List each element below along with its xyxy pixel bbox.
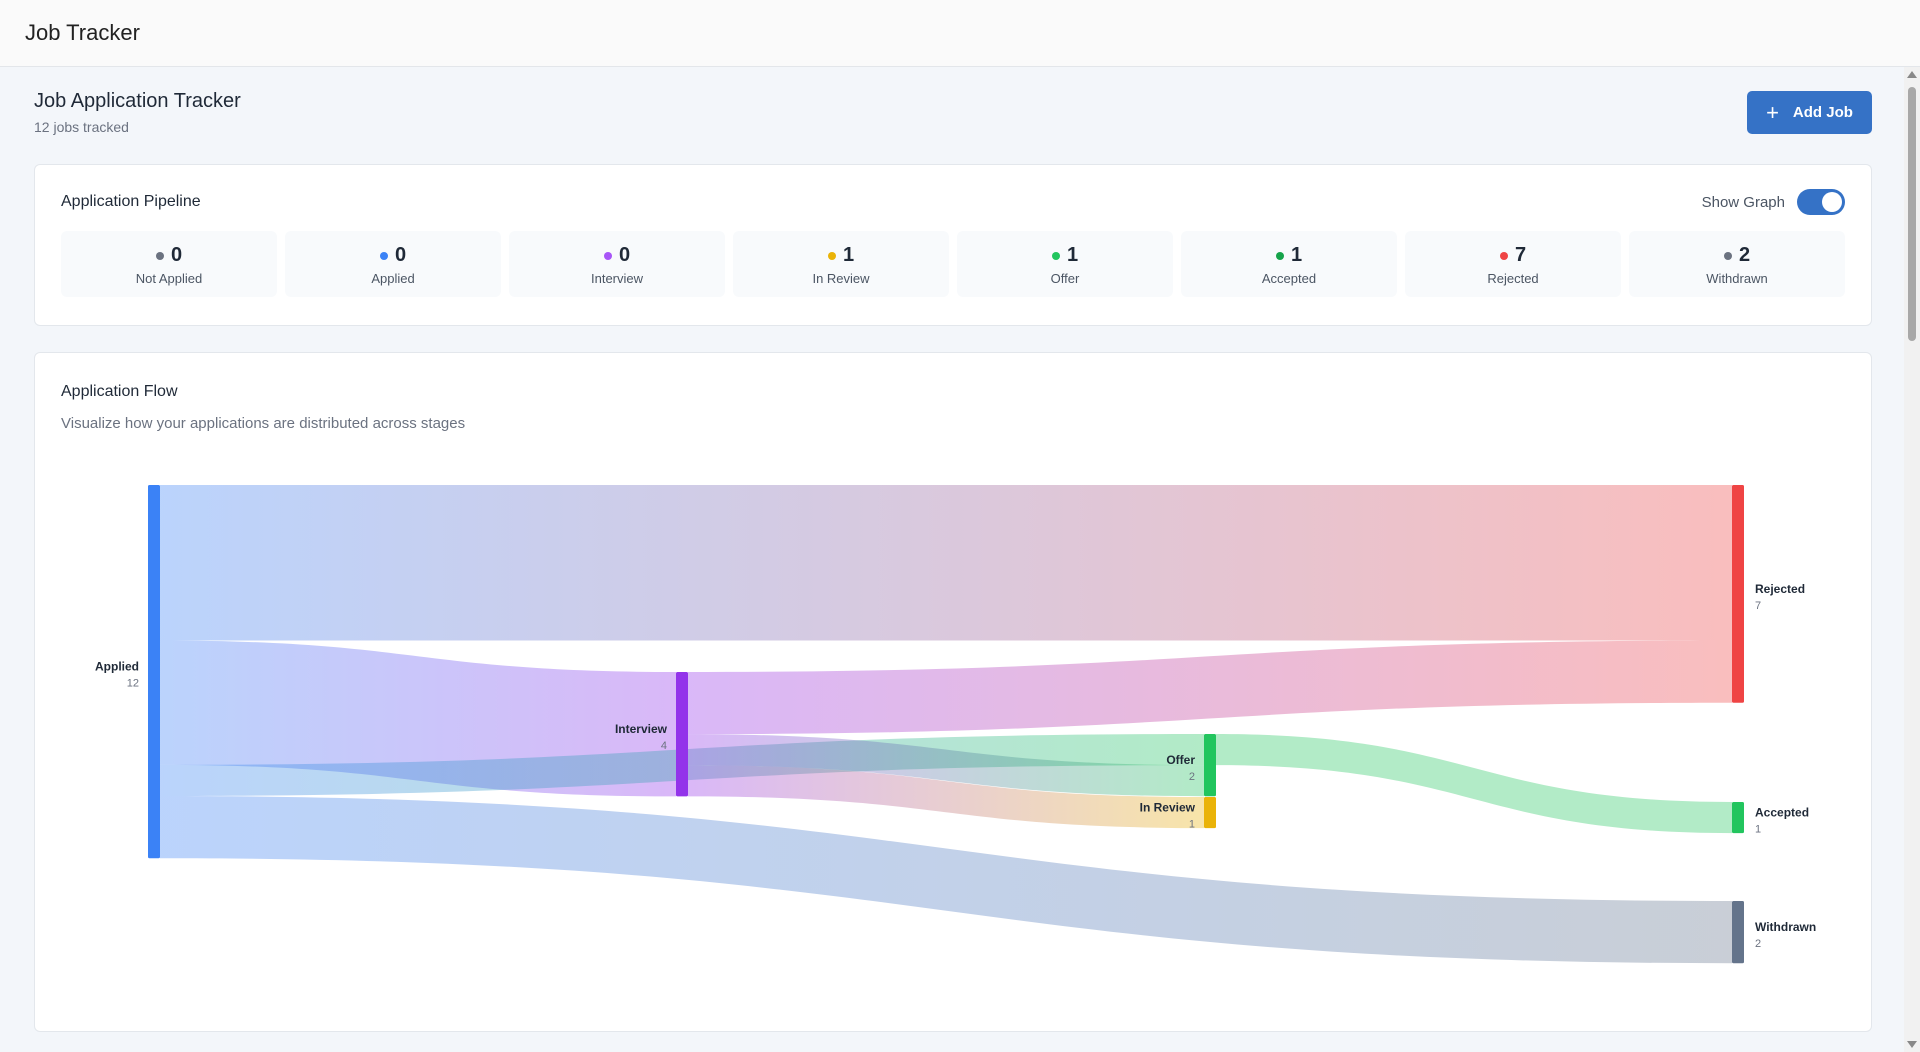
- node-label-withdrawn: Withdrawn: [1755, 920, 1816, 934]
- stat-not-applied[interactable]: 0 Not Applied: [61, 231, 277, 297]
- pipeline-stats: 0 Not Applied 0 Applied 0 Interview 1 In…: [61, 231, 1845, 297]
- stat-label: Rejected: [1487, 271, 1539, 286]
- node-withdrawn[interactable]: [1732, 901, 1744, 964]
- pipeline-card: Application Pipeline Show Graph 0 Not Ap…: [34, 164, 1872, 326]
- flow-link-applied-withdrawn[interactable]: [160, 796, 1732, 964]
- add-job-label: Add Job: [1792, 104, 1853, 121]
- stat-label: Interview: [590, 271, 644, 286]
- node-label-applied: Applied: [95, 660, 139, 674]
- status-dot: [1723, 251, 1732, 260]
- node-value-interview: 4: [661, 740, 667, 752]
- status-dot: [827, 251, 836, 260]
- page-title: Job Application Tracker: [34, 90, 241, 112]
- stat-count: 2: [1738, 244, 1751, 266]
- stat-rejected[interactable]: 7 Rejected: [1405, 231, 1621, 297]
- stat-label: In Review: [812, 271, 870, 286]
- add-job-button[interactable]: + Add Job: [1747, 91, 1872, 134]
- stat-withdrawn[interactable]: 2 Withdrawn: [1629, 231, 1845, 297]
- stat-applied[interactable]: 0 Applied: [285, 231, 501, 297]
- stat-count: 0: [394, 244, 407, 266]
- stat-label: Applied: [371, 271, 415, 286]
- stat-count: 1: [1290, 244, 1303, 266]
- status-dot: [1051, 251, 1060, 260]
- stat-count: 7: [1514, 244, 1527, 266]
- node-accepted[interactable]: [1732, 802, 1744, 834]
- status-dot: [1275, 251, 1284, 260]
- app-title: Job Tracker: [25, 20, 140, 45]
- node-interview[interactable]: [676, 672, 688, 797]
- stat-interview[interactable]: 0 Interview: [509, 231, 725, 297]
- node-offer[interactable]: [1204, 734, 1216, 797]
- node-label-rejected: Rejected: [1755, 582, 1805, 596]
- toggle-knob: [1822, 192, 1842, 212]
- show-graph-label: Show Graph: [1701, 193, 1785, 211]
- node-applied[interactable]: [148, 485, 160, 859]
- flow-link-offer-accepted[interactable]: [1216, 734, 1732, 834]
- stat-label: Offer: [1050, 271, 1080, 286]
- stat-count: 0: [170, 244, 183, 266]
- sankey-chart: Applied12Interview4Offer2In Review1Rejec…: [95, 485, 1816, 964]
- status-dot: [603, 251, 612, 260]
- flow-title: Application Flow: [61, 383, 178, 400]
- scroll-down-icon[interactable]: [1907, 1041, 1917, 1048]
- stat-label: Withdrawn: [1706, 271, 1768, 286]
- status-dot: [155, 251, 164, 260]
- flow-subtitle: Visualize how your applications are dist…: [61, 415, 466, 432]
- node-value-inreview: 1: [1189, 819, 1195, 831]
- status-dot: [379, 251, 388, 260]
- flow-link-applied-rejected[interactable]: [160, 485, 1732, 641]
- scrollbar-thumb[interactable]: [1908, 87, 1916, 341]
- pipeline-title: Application Pipeline: [61, 193, 201, 210]
- node-value-applied: 12: [127, 678, 139, 690]
- scroll-up-icon[interactable]: [1907, 71, 1917, 78]
- node-value-accepted: 1: [1755, 824, 1761, 836]
- plus-icon: +: [1766, 99, 1779, 125]
- node-label-inreview: In Review: [1140, 801, 1196, 815]
- stat-accepted[interactable]: 1 Accepted: [1181, 231, 1397, 297]
- node-value-rejected: 7: [1755, 600, 1761, 612]
- stat-count: 1: [842, 244, 855, 266]
- node-rejected[interactable]: [1732, 485, 1744, 703]
- stat-count: 1: [1066, 244, 1079, 266]
- flow-link-interview-rejected[interactable]: [688, 640, 1732, 735]
- stat-in-review[interactable]: 1 In Review: [733, 231, 949, 297]
- node-label-interview: Interview: [615, 722, 668, 736]
- vertical-scrollbar[interactable]: [1904, 67, 1920, 1052]
- node-inreview[interactable]: [1204, 797, 1216, 829]
- main-content: Job Application Tracker 12 jobs tracked …: [0, 67, 1904, 1052]
- node-value-offer: 2: [1189, 771, 1195, 783]
- status-dot: [1499, 251, 1508, 260]
- node-label-accepted: Accepted: [1755, 806, 1809, 820]
- show-graph-toggle[interactable]: [1797, 189, 1845, 215]
- stat-count: 0: [618, 244, 631, 266]
- app-header: Job Tracker: [0, 0, 1920, 67]
- flow-card: Applied 12 Interview 4 Offer 2 In Review 1 Rejec…: [34, 352, 1872, 1032]
- stat-label: Not Applied: [135, 271, 203, 286]
- stat-offer[interactable]: 1 Offer: [957, 231, 1173, 297]
- node-value-withdrawn: 2: [1755, 938, 1761, 950]
- jobs-count: 12 jobs tracked: [34, 119, 129, 135]
- stat-label: Accepted: [1261, 271, 1317, 286]
- show-graph-control: Show Graph: [1702, 189, 1845, 215]
- node-label-offer: Offer: [1166, 753, 1195, 767]
